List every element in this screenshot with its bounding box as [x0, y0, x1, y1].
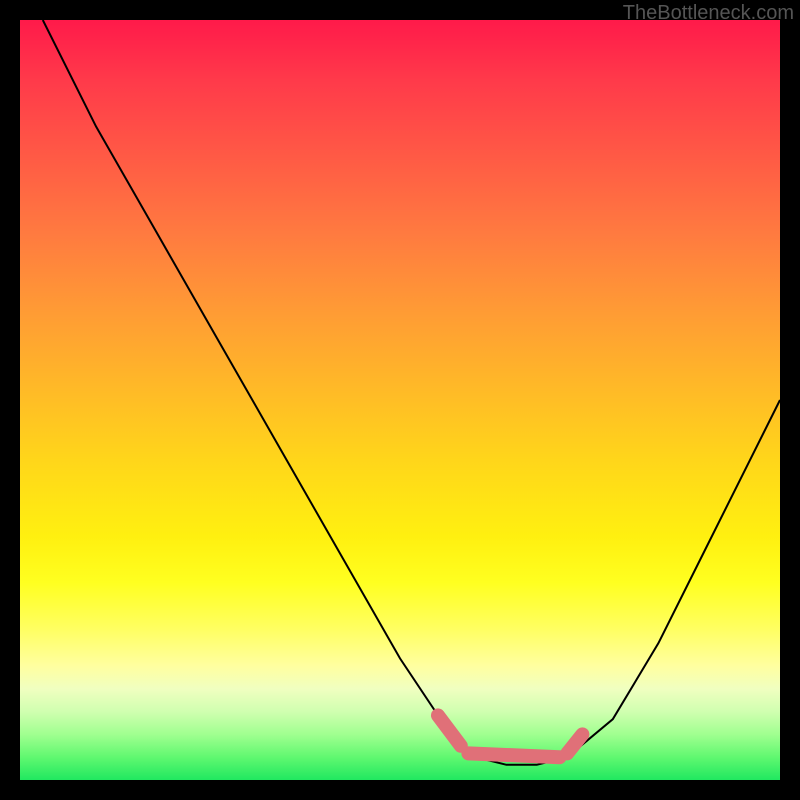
watermark-text: TheBottleneck.com	[623, 2, 794, 25]
chart-svg	[20, 20, 780, 780]
highlight-segment	[567, 734, 582, 753]
bottleneck-curve	[43, 20, 780, 765]
highlight-segments	[438, 715, 582, 757]
highlight-segment	[468, 753, 559, 757]
highlight-segment	[438, 715, 461, 745]
chart-plot-area	[20, 20, 780, 780]
